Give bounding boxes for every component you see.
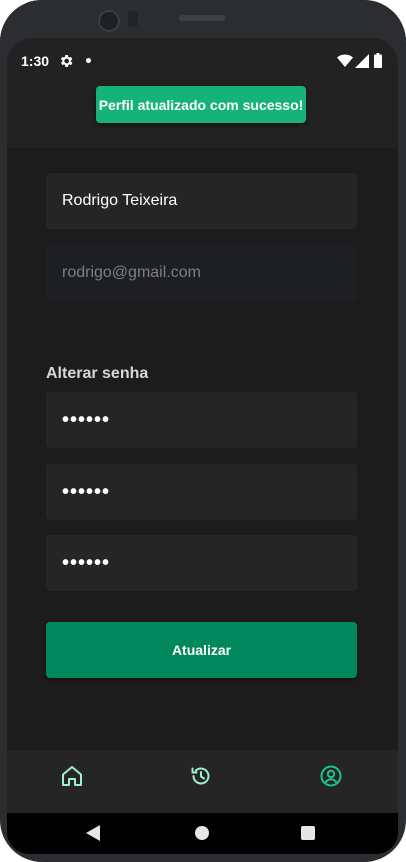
header-area: Perfil atualizado com sucesso!	[7, 84, 398, 148]
password-section-label: Alterar senha	[46, 365, 149, 382]
screen: 1:30 Perfil atualizado com sucesso! Rodr…	[7, 38, 398, 854]
update-button[interactable]: Atualizar	[46, 622, 357, 678]
current-password-input[interactable]: ••••••	[46, 392, 357, 448]
success-toast: Perfil atualizado com sucesso!	[96, 86, 306, 123]
signal-icon	[355, 54, 369, 68]
profile-icon[interactable]	[319, 764, 343, 788]
email-input: rodrigo@gmail.com	[46, 245, 357, 301]
battery-icon	[374, 53, 382, 68]
front-camera	[98, 10, 120, 32]
notification-dot-icon	[86, 58, 91, 63]
system-home-icon[interactable]	[195, 826, 209, 840]
new-password-input[interactable]: ••••••	[46, 464, 357, 520]
confirm-password-input[interactable]: ••••••	[46, 535, 357, 591]
status-time: 1:30	[21, 53, 50, 69]
phone-top-bezel	[0, 0, 406, 40]
recent-apps-icon[interactable]	[301, 826, 315, 840]
history-icon[interactable]	[189, 764, 213, 788]
gear-icon	[60, 55, 73, 67]
phone-frame: 1:30 Perfil atualizado com sucesso! Rodr…	[0, 0, 406, 862]
status-bar: 1:30	[7, 38, 398, 84]
camera-sensor	[128, 11, 138, 27]
system-navigation-bar	[7, 813, 398, 854]
name-input[interactable]: Rodrigo Teixeira	[46, 173, 357, 229]
home-icon[interactable]	[60, 764, 84, 788]
back-icon[interactable]	[86, 825, 100, 841]
wifi-icon	[337, 54, 353, 67]
bottom-navigation	[7, 750, 398, 813]
earpiece-speaker	[179, 15, 225, 21]
